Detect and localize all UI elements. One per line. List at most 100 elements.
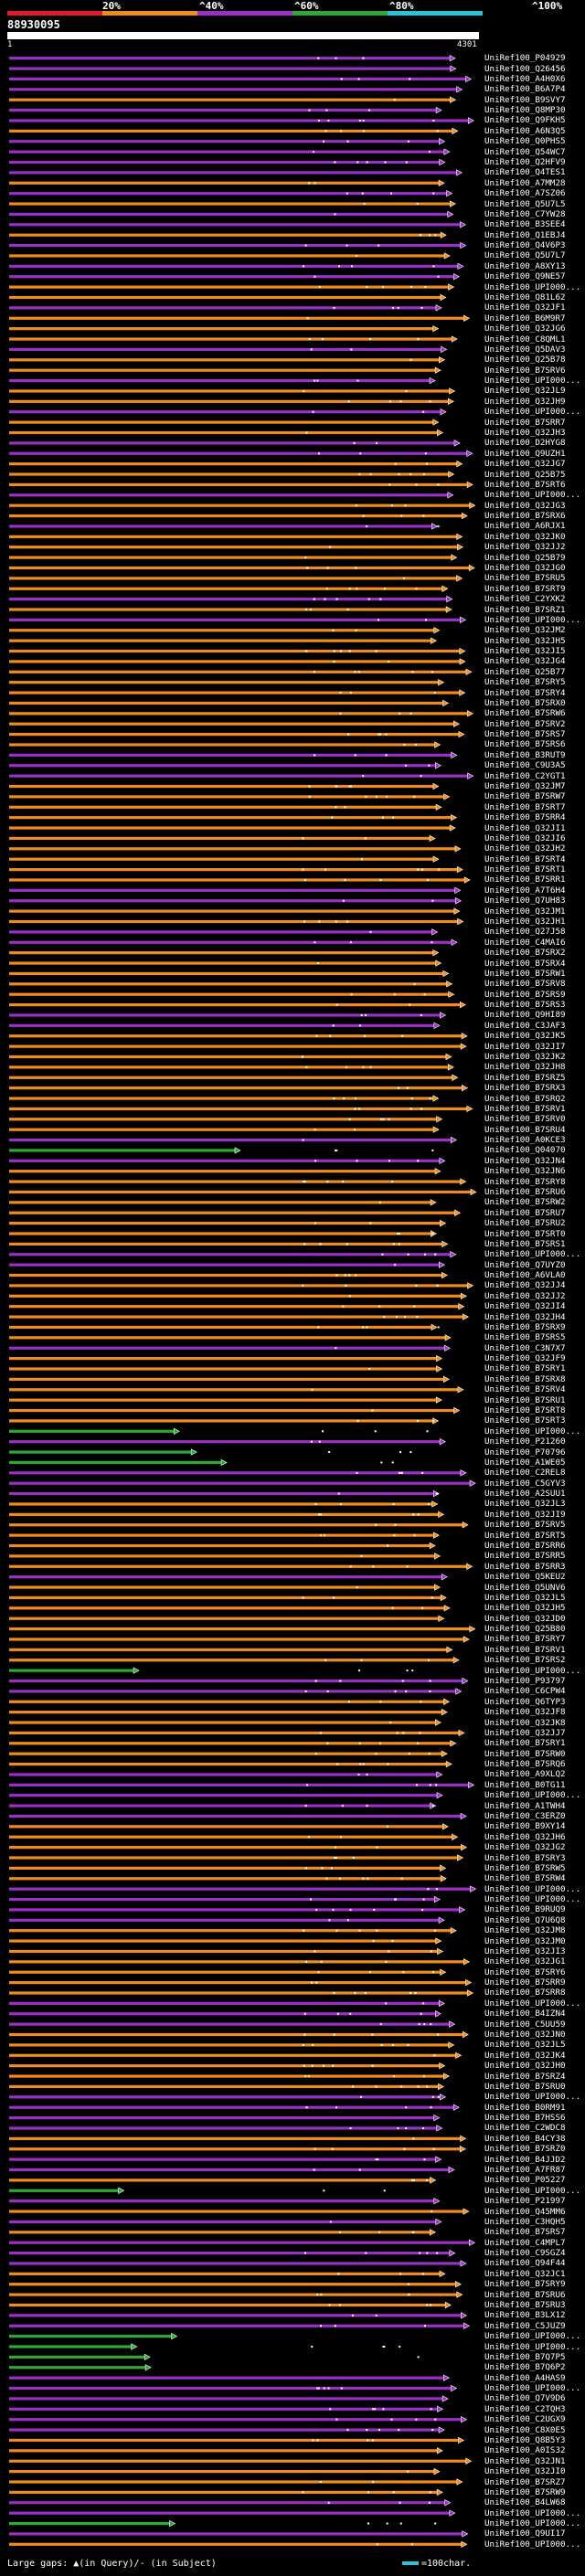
hit-accession[interactable]: UniRef100_B7SRS9 bbox=[484, 990, 566, 1000]
hit-accession[interactable]: UniRef100_Q27J58 bbox=[484, 927, 566, 937]
hit-accession[interactable]: UniRef100_Q32JK8 bbox=[484, 1718, 566, 1728]
hit-accession[interactable]: UniRef100_B7SRX8 bbox=[484, 1374, 566, 1384]
hit-accession[interactable]: UniRef100_Q9UI17 bbox=[484, 2528, 566, 2539]
hit-accession[interactable]: UniRef100_Q32JH5 bbox=[484, 1603, 566, 1613]
hit-accession[interactable]: UniRef100_B7SRW9 bbox=[484, 2487, 566, 2497]
hit-accession[interactable]: UniRef100_C2TQH3 bbox=[484, 2404, 566, 2414]
hit-accession[interactable]: UniRef100_Q32JH1 bbox=[484, 917, 566, 927]
hit-accession[interactable]: UniRef100_C9SGZ4 bbox=[484, 2248, 566, 2258]
hit-accession[interactable]: UniRef100_Q32JH9 bbox=[484, 397, 566, 407]
hit-accession[interactable]: UniRef100_B4JJD2 bbox=[484, 2155, 566, 2165]
hit-accession[interactable]: UniRef100_C5UU59 bbox=[484, 2019, 566, 2030]
hit-accession[interactable]: UniRef100_B7SRQ2 bbox=[484, 1094, 566, 1104]
hit-accession[interactable]: UniRef100_B7Q7P5 bbox=[484, 2352, 566, 2362]
hit-accession[interactable]: UniRef100_C3HQH5 bbox=[484, 2217, 566, 2227]
hit-accession[interactable]: UniRef100_Q32JI4 bbox=[484, 1301, 566, 1311]
hit-accession[interactable]: UniRef100_Q32JK2 bbox=[484, 1052, 566, 1062]
hit-accession[interactable]: UniRef100_B7SRU6 bbox=[484, 1187, 566, 1197]
hit-accession[interactable]: UniRef100_B3SEE4 bbox=[484, 219, 566, 229]
hit-accession[interactable]: UniRef100_Q32JM2 bbox=[484, 625, 566, 635]
hit-accession[interactable]: UniRef100_Q6TYP3 bbox=[484, 1697, 566, 1707]
hit-accession[interactable]: UniRef100_B7SRY1 bbox=[484, 1363, 566, 1373]
hit-accession[interactable]: UniRef100_B7SRX0 bbox=[484, 698, 566, 708]
hit-accession[interactable]: UniRef100_Q25B78 bbox=[484, 355, 566, 365]
hit-accession[interactable]: UniRef100_B7SRV5 bbox=[484, 1520, 566, 1530]
hit-accession[interactable]: UniRef100_B7SRT5 bbox=[484, 1531, 566, 1541]
hit-accession[interactable]: UniRef100_Q32JH6 bbox=[484, 1832, 566, 1842]
hit-accession[interactable]: UniRef100_C8X0E5 bbox=[484, 2425, 566, 2435]
hit-accession[interactable]: UniRef100_Q32JF1 bbox=[484, 302, 566, 313]
hit-accession[interactable]: UniRef100_Q9FKH5 bbox=[484, 115, 566, 125]
hit-accession[interactable]: UniRef100_A4HAS9 bbox=[484, 2373, 566, 2383]
hit-accession[interactable]: UniRef100_UPI000... bbox=[484, 2383, 580, 2393]
hit-accession[interactable]: UniRef100_A6RJX1 bbox=[484, 521, 566, 531]
hit-accession[interactable]: UniRef100_C2YGT1 bbox=[484, 771, 566, 781]
hit-accession[interactable]: UniRef100_Q32JG0 bbox=[484, 563, 566, 573]
hit-accession[interactable]: UniRef100_B7SRR7 bbox=[484, 418, 566, 428]
hit-accession[interactable]: UniRef100_UPI000... bbox=[484, 2539, 580, 2549]
hit-accession[interactable]: UniRef100_UPI000... bbox=[484, 1790, 580, 1800]
hit-accession[interactable]: UniRef100_A9XLQ2 bbox=[484, 1769, 566, 1779]
hit-accession[interactable]: UniRef100_Q32JH2 bbox=[484, 843, 566, 853]
hit-accession[interactable]: UniRef100_B7HSS6 bbox=[484, 2113, 566, 2123]
hit-accession[interactable]: UniRef100_A1WE05 bbox=[484, 1458, 566, 1468]
hit-accession[interactable]: UniRef100_B7SRS7 bbox=[484, 2227, 566, 2237]
hit-accession[interactable]: UniRef100_B7SRQ6 bbox=[484, 1759, 566, 1769]
hit-accession[interactable]: UniRef100_B4LW68 bbox=[484, 2497, 566, 2507]
hit-accession[interactable]: UniRef100_A0IS32 bbox=[484, 2445, 566, 2455]
hit-accession[interactable]: UniRef100_Q25B75 bbox=[484, 470, 566, 480]
hit-accession[interactable]: UniRef100_A6N3Q5 bbox=[484, 126, 566, 136]
hit-accession[interactable]: UniRef100_B7SRV6 bbox=[484, 366, 566, 376]
hit-accession[interactable]: UniRef100_B7SRU4 bbox=[484, 1125, 566, 1135]
hit-accession[interactable]: UniRef100_Q32JH5 bbox=[484, 636, 566, 646]
hit-accession[interactable]: UniRef100_C4MAI6 bbox=[484, 938, 566, 948]
hit-accession[interactable]: UniRef100_B7SRW6 bbox=[484, 708, 566, 718]
hit-accession[interactable]: UniRef100_A7FR87 bbox=[484, 2165, 566, 2175]
hit-accession[interactable]: UniRef100_B7SRV8 bbox=[484, 979, 566, 989]
hit-accession[interactable]: UniRef100_B7SRR6 bbox=[484, 1541, 566, 1551]
hit-accession[interactable]: UniRef100_B7SRT1 bbox=[484, 864, 566, 875]
hit-accession[interactable]: UniRef100_C3ERZ0 bbox=[484, 1811, 566, 1821]
hit-accession[interactable]: UniRef100_B7SRY3 bbox=[484, 1853, 566, 1863]
hit-accession[interactable]: UniRef100_Q25B80 bbox=[484, 1624, 566, 1634]
hit-accession[interactable]: UniRef100_B7SRU7 bbox=[484, 1208, 566, 1218]
hit-accession[interactable]: UniRef100_B7SRW0 bbox=[484, 1749, 566, 1759]
hit-accession[interactable]: UniRef100_Q9UZH1 bbox=[484, 449, 566, 459]
hit-accession[interactable]: UniRef100_B7SRX9 bbox=[484, 1322, 566, 1332]
hit-accession[interactable]: UniRef100_P21260 bbox=[484, 1436, 566, 1447]
hit-accession[interactable]: UniRef100_UPI000... bbox=[484, 615, 580, 625]
hit-accession[interactable]: UniRef100_C9U3A5 bbox=[484, 760, 566, 770]
hit-accession[interactable]: UniRef100_Q32JM1 bbox=[484, 906, 566, 917]
hit-accession[interactable]: UniRef100_B7SRU6 bbox=[484, 2290, 566, 2300]
hit-accession[interactable]: UniRef100_UPI000... bbox=[484, 282, 580, 292]
hit-accession[interactable]: UniRef100_B7SRR4 bbox=[484, 812, 566, 822]
hit-accession[interactable]: UniRef100_B7SRS7 bbox=[484, 729, 566, 739]
hit-accession[interactable]: UniRef100_Q04070 bbox=[484, 1145, 566, 1155]
hit-accession[interactable]: UniRef100_B7SRT9 bbox=[484, 584, 566, 594]
hit-accession[interactable]: UniRef100_A1TWH4 bbox=[484, 1801, 566, 1811]
hit-accession[interactable]: UniRef100_B7SRV1 bbox=[484, 1104, 566, 1114]
hit-accession[interactable]: UniRef100_Q0PHS5 bbox=[484, 136, 566, 146]
hit-accession[interactable]: UniRef100_B7SRT6 bbox=[484, 480, 566, 490]
hit-accession[interactable]: UniRef100_Q25B77 bbox=[484, 667, 566, 677]
hit-accession[interactable]: UniRef100_C8QML1 bbox=[484, 334, 566, 345]
hit-accession[interactable]: UniRef100_Q32JJ7 bbox=[484, 1728, 566, 1738]
hit-accession[interactable]: UniRef100_Q81L62 bbox=[484, 292, 566, 302]
hit-accession[interactable]: UniRef100_Q32JG3 bbox=[484, 501, 566, 511]
hit-accession[interactable]: UniRef100_B7SRT0 bbox=[484, 1229, 566, 1239]
hit-accession[interactable]: UniRef100_UPI000... bbox=[484, 2342, 580, 2352]
hit-accession[interactable]: UniRef100_A7MM28 bbox=[484, 178, 566, 188]
hit-accession[interactable]: UniRef100_B7SRY8 bbox=[484, 1177, 566, 1187]
hit-accession[interactable]: UniRef100_UPI000... bbox=[484, 2518, 580, 2528]
hit-accession[interactable]: UniRef100_B7SRW2 bbox=[484, 1197, 566, 1207]
hit-accession[interactable]: UniRef100_B7SRR8 bbox=[484, 1988, 566, 1998]
hit-accession[interactable]: UniRef100_Q7UYZ0 bbox=[484, 1260, 566, 1270]
hit-accession[interactable]: UniRef100_B3LX12 bbox=[484, 2310, 566, 2320]
hit-accession[interactable]: UniRef100_B7SRZ7 bbox=[484, 2477, 566, 2487]
hit-accession[interactable]: UniRef100_Q94F44 bbox=[484, 2258, 566, 2268]
hit-accession[interactable]: UniRef100_Q5DAV3 bbox=[484, 345, 566, 355]
hit-accession[interactable]: UniRef100_B7SRV4 bbox=[484, 1384, 566, 1394]
hit-accession[interactable]: UniRef100_B7SRZ4 bbox=[484, 2072, 566, 2082]
hit-accession[interactable]: UniRef100_Q32JM8 bbox=[484, 1925, 566, 1935]
hit-accession[interactable]: UniRef100_Q32JJ2 bbox=[484, 1291, 566, 1301]
